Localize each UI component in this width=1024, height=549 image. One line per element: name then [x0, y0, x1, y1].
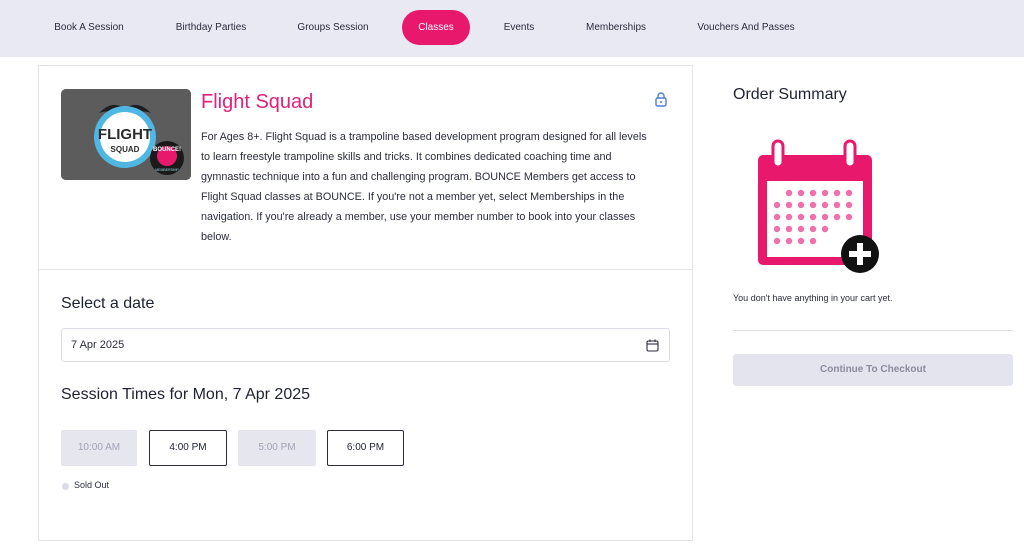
nav-item-book-a-session[interactable]: Book A Session: [40, 10, 138, 45]
order-summary-title: Order Summary: [733, 86, 847, 103]
nav-item-birthday-parties[interactable]: Birthday Parties: [162, 10, 260, 45]
session-slot-6pm[interactable]: 6:00 PM: [327, 430, 404, 466]
session-slot-5pm: 5:00 PM: [238, 430, 316, 466]
session-times-heading: Session Times for Mon, 7 Apr 2025: [61, 386, 311, 403]
top-nav: Book A Session Birthday Parties Groups S…: [0, 0, 1024, 57]
sold-out-legend-dot: [62, 483, 69, 490]
class-title: Flight Squad: [201, 91, 314, 113]
nav-item-classes[interactable]: Classes: [402, 10, 470, 45]
date-input-value: 7 Apr 2025: [71, 339, 125, 351]
badge-text: BOUNCE!: [153, 147, 181, 153]
date-input[interactable]: 7 Apr 2025: [61, 328, 670, 362]
select-date-heading: Select a date: [61, 295, 155, 312]
nav-item-vouchers-and-passes[interactable]: Vouchers And Passes: [686, 10, 806, 45]
section-divider: [39, 269, 692, 270]
nav-item-groups-session[interactable]: Groups Session: [284, 10, 382, 45]
badge-subtext: MEMBERSHIP: [155, 168, 179, 172]
lock-icon[interactable]: [653, 91, 669, 107]
continue-to-checkout-button[interactable]: Continue To Checkout: [733, 354, 1013, 386]
session-slot-10am: 10:00 AM: [61, 430, 137, 466]
flight-squad-logo: FLIGHT SQUAD BOUNCE! MEMBERSHIP: [61, 89, 191, 180]
class-card: FLIGHT SQUAD BOUNCE! MEMBERSHIP Flight S…: [38, 65, 693, 541]
logo-text-bottom: SQUAD: [111, 145, 140, 154]
empty-cart-message: You don't have anything in your cart yet…: [733, 293, 893, 303]
nav-item-events[interactable]: Events: [494, 10, 544, 45]
class-description: For Ages 8+. Flight Squad is a trampolin…: [201, 131, 647, 243]
order-divider: [733, 330, 1013, 331]
class-image: FLIGHT SQUAD BOUNCE! MEMBERSHIP: [61, 89, 191, 180]
sold-out-legend-label: Sold Out: [74, 480, 110, 490]
calendar-icon[interactable]: [646, 339, 659, 352]
session-slot-4pm[interactable]: 4:00 PM: [149, 430, 227, 466]
nav-item-memberships[interactable]: Memberships: [572, 10, 660, 45]
calendar-add-icon: [755, 139, 881, 275]
logo-text-top: FLIGHT: [98, 126, 152, 143]
